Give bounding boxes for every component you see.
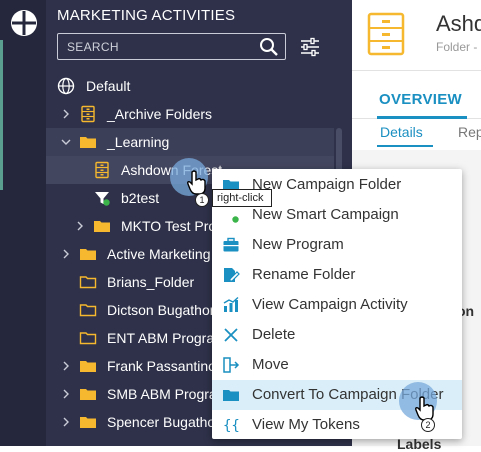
subtab-details[interactable]: Details [380,124,423,140]
folder-icon [79,413,97,431]
sidebar-title: MARKETING ACTIVITIES [57,7,236,24]
tree-item-label: Dictson Bugathon [107,302,218,318]
context-menu-item-label: New Smart Campaign [252,206,399,223]
tokens-icon: {{ [222,416,240,434]
right-click-tooltip: right-click [212,189,272,207]
folder-icon [79,133,97,151]
tooltip-text: right-click [217,192,264,204]
context-menu-item-label: View My Tokens [252,416,360,433]
page-subtitle: Folder - [436,40,478,54]
chevron-right-icon[interactable] [60,415,72,427]
tree-item-label: Default [86,78,131,94]
archive-icon [79,105,97,123]
tab-active-underline [377,116,467,119]
chevron-right-icon[interactable] [60,107,72,119]
step2-number-badge: 2 [421,418,435,432]
svg-text:{{: {{ [223,418,240,434]
tree-item-label: MKTO Test Pro [121,218,217,234]
context-menu-item[interactable]: View Campaign Activity [212,290,462,320]
tree-item-label: Brians_Folder [107,274,195,290]
app-rail [0,0,46,446]
main-header: Ashd Folder - [352,0,481,71]
chevron-right-icon[interactable] [74,219,86,231]
chevron-right-icon[interactable] [60,387,72,399]
filter-settings-icon[interactable] [298,35,322,59]
context-menu-item-label: View Campaign Activity [252,296,408,313]
context-menu-item-label: Move [252,356,289,373]
tree-item-label: _Learning [107,134,170,150]
folder-outline-icon [79,273,97,291]
tree-item-label: SMB ABM Progra [107,386,217,402]
folder-icon [222,386,240,404]
archive-folder-icon [367,12,405,56]
context-menu-item-label: Delete [252,326,296,343]
tree-item[interactable]: Default [46,72,352,100]
tree-item[interactable]: _Archive Folders [46,100,352,128]
move-icon [222,356,240,374]
archive-icon [93,161,111,179]
tree-item-label: Active Marketing [107,246,211,262]
tree-item-label: Spencer Bugatho [107,414,216,430]
folder-icon [79,385,97,403]
folder-icon [93,217,111,235]
page-title: Ashd [436,11,481,36]
subtab-active-underline [377,145,433,147]
tree-item[interactable]: _Learning [46,128,352,156]
context-menu-item[interactable]: Delete [212,320,462,350]
delete-x-icon [222,326,240,344]
search-input[interactable]: SEARCH [57,33,286,60]
folder-icon [79,357,97,375]
context-menu-item-label: Rename Folder [252,266,356,283]
globe-icon [57,77,75,95]
briefcase-icon [222,236,240,254]
tree-item-label: ENT ABM Progra [107,330,215,346]
search-icon[interactable] [259,37,279,57]
tree-item-label: b2test [121,190,160,206]
activity-chart-icon [222,296,240,314]
search-placeholder: SEARCH [67,40,119,54]
context-menu-item-label: New Program [252,236,344,253]
folder-icon [79,245,97,263]
smart-campaign-icon [93,189,111,207]
context-menu-item[interactable]: New Program [212,230,462,260]
tree-item-label: Frank Passantino [107,358,216,374]
chevron-right-icon[interactable] [60,247,72,259]
context-menu-item[interactable]: Move [212,350,462,380]
context-menu-item[interactable]: Rename Folder [212,260,462,290]
tab-overview[interactable]: OVERVIEW [379,91,462,108]
folder-outline-icon [79,301,97,319]
chevron-right-icon[interactable] [60,359,72,371]
rename-icon [222,266,240,284]
rail-active-indicator [0,40,3,190]
hand-cursor-icon [187,170,206,195]
context-menu-item-label: New Campaign Folder [252,176,402,193]
subtab-reports[interactable]: Rep [458,124,481,140]
app-logo-icon[interactable] [10,9,38,37]
smart-campaign-icon [222,206,240,224]
tree-item-label: _Archive Folders [107,106,213,122]
chevron-down-icon[interactable] [60,135,72,147]
folder-outline-icon [79,329,97,347]
step1-number-badge: 1 [195,193,209,207]
